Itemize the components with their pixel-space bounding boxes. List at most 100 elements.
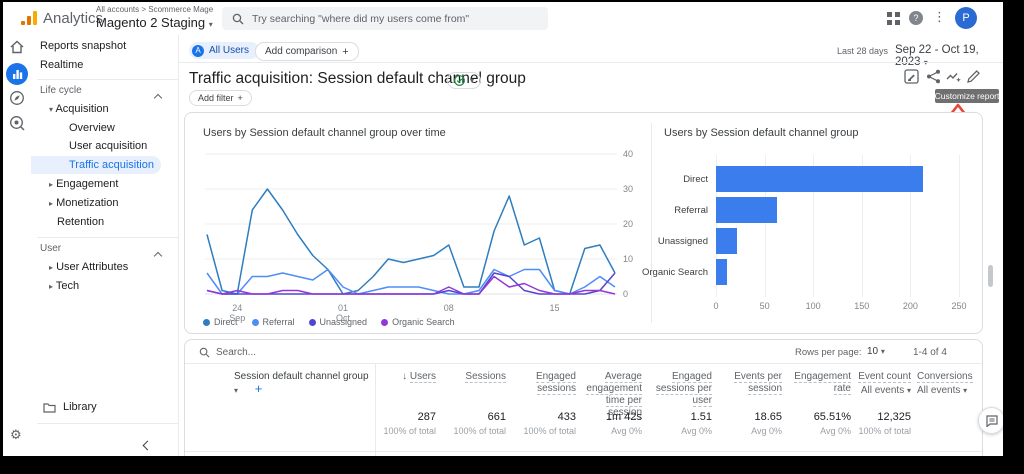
scrollbar-thumb[interactable] <box>988 265 993 287</box>
nav-engagement[interactable]: ▸ Engagement <box>49 178 118 190</box>
nav-traffic-acquisition[interactable]: Traffic acquisition <box>69 159 154 171</box>
rows-per-page-label: Rows per page: <box>795 347 862 358</box>
settings-gear-icon[interactable]: ⚙ <box>10 427 22 443</box>
sort-desc-icon: ↓ <box>402 371 407 382</box>
bar-organic-search[interactable] <box>716 259 727 285</box>
add-comparison-button[interactable]: Add comparison+ <box>255 42 359 61</box>
table-totals-row: 287100% of total 661100% of total 433100… <box>185 411 983 451</box>
nav-tech[interactable]: ▸ Tech <box>49 280 79 292</box>
feedback-button[interactable] <box>978 407 1003 434</box>
check-circle-icon <box>454 75 465 86</box>
nav-section-user[interactable]: User <box>40 243 61 254</box>
reports-nav: Reports snapshot Realtime Life cycle ▾ A… <box>31 35 178 456</box>
table-row[interactable]: 1 Direct 213 478 330 1m 50s 1.55 20.04 6… <box>185 451 983 456</box>
more-vertical-icon[interactable]: ⋮ <box>933 9 946 25</box>
x-tick-label: 15 <box>542 303 568 313</box>
legend-item-organic-search[interactable]: Organic Search <box>381 317 455 327</box>
bar-chart-title: Users by Session default channel group <box>664 127 858 139</box>
nav-section-lifecycle[interactable]: Life cycle <box>40 85 82 96</box>
y-tick-label: 30 <box>623 184 645 194</box>
analytics-window: Analytics All accounts > Scommerce Mage … <box>3 2 1003 456</box>
collapse-up-icon[interactable] <box>155 88 161 106</box>
legend-dot-icon <box>203 319 210 326</box>
totals-sessions: 661100% of total <box>436 411 506 451</box>
totals-engaged-sessions: 433100% of total <box>506 411 576 451</box>
series-direct[interactable] <box>207 189 615 294</box>
product-name[interactable]: Analytics <box>43 10 103 27</box>
x-tick-label: 08 <box>436 303 462 313</box>
legend-label: Organic Search <box>392 317 455 327</box>
bar-x-tick-label: 0 <box>703 301 729 311</box>
bar-category-label: Unassigned <box>628 236 708 247</box>
nav-user-acquisition[interactable]: User acquisition <box>69 140 147 152</box>
legend-dot-icon <box>381 319 388 326</box>
y-tick-label: 10 <box>623 254 645 264</box>
nav-overview[interactable]: Overview <box>69 122 115 134</box>
bar-category-label: Referral <box>628 205 708 216</box>
date-range-selector[interactable]: Sep 22 - Oct 19, 2023 ▾ <box>895 44 1003 68</box>
totals-events-per-session: 18.65Avg 0% <box>712 411 782 451</box>
x-tick-label: 01Oct <box>330 303 356 323</box>
header-divider <box>179 62 1003 63</box>
nav-library[interactable]: Library <box>43 401 97 413</box>
customize-report-tooltip: Customize report <box>935 89 999 103</box>
collapse-nav-icon[interactable] <box>144 436 151 454</box>
totals-avg-engagement-time: 1m 42sAvg 0% <box>576 411 642 451</box>
bar-category-label: Organic Search <box>628 267 708 278</box>
bar-direct[interactable] <box>716 166 923 192</box>
edit-comparisons-icon[interactable] <box>904 69 919 84</box>
customize-report-pencil-icon[interactable] <box>966 69 981 84</box>
y-tick-label: 20 <box>623 219 645 229</box>
bar-referral[interactable] <box>716 197 777 223</box>
charts-divider <box>651 123 652 323</box>
charts-card: Users by Session default channel group o… <box>184 112 983 334</box>
reports-icon[interactable] <box>6 63 28 85</box>
report-main: A All Users Add comparison+ Last 28 days… <box>179 35 1003 456</box>
add-dimension-icon[interactable]: + <box>255 381 263 396</box>
apps-grid-icon[interactable] <box>887 12 900 25</box>
nav-user-attributes[interactable]: ▸ User Attributes <box>49 261 128 273</box>
property-selector[interactable]: Magento 2 Staging ▾ <box>96 15 213 30</box>
top-app-bar: Analytics All accounts > Scommerce Mage … <box>3 2 1003 36</box>
add-filter-button[interactable]: Add filter+ <box>189 90 252 106</box>
audience-chip-all-users[interactable]: A All Users <box>189 42 259 59</box>
plus-icon: + <box>238 93 243 103</box>
home-icon[interactable] <box>9 39 25 55</box>
gridline <box>959 155 960 297</box>
breadcrumb[interactable]: All accounts > Scommerce Mage <box>96 5 213 14</box>
bar-x-tick-label: 100 <box>800 301 826 311</box>
nav-acquisition[interactable]: ▾ Acquisition <box>49 103 109 115</box>
bar-x-tick-label: 200 <box>897 301 923 311</box>
series-referral[interactable] <box>207 270 615 295</box>
collapse-up-icon[interactable] <box>155 246 161 264</box>
insights-icon[interactable] <box>946 69 961 84</box>
icon-rail: ⚙ <box>3 35 31 456</box>
help-icon[interactable]: ? <box>909 11 923 25</box>
conversions-filter[interactable]: All events ▾ <box>917 385 983 397</box>
bar-x-tick-label: 250 <box>946 301 972 311</box>
nav-monetization[interactable]: ▸ Monetization <box>49 197 118 209</box>
totals-event-count: 12,325100% of total <box>851 411 911 451</box>
chevron-down-icon: ▾ <box>209 20 213 29</box>
bar-category-label: Direct <box>628 174 708 185</box>
table-search-icon <box>199 347 210 358</box>
rows-per-page-select[interactable]: 10 ▾ <box>867 346 885 357</box>
search-input[interactable]: Try searching "where did my users come f… <box>222 7 548 30</box>
legend-item-referral[interactable]: Referral <box>252 317 295 327</box>
line-chart[interactable] <box>205 149 617 299</box>
nav-realtime[interactable]: Realtime <box>40 59 83 71</box>
avatar[interactable]: P <box>955 7 977 29</box>
table-search-input[interactable]: Search... <box>216 347 256 358</box>
advertising-icon[interactable] <box>9 115 25 131</box>
event-count-filter[interactable]: All events ▾ <box>851 385 911 397</box>
chevron-down-icon: ▾ <box>881 347 885 356</box>
nav-reports-snapshot[interactable]: Reports snapshot <box>40 40 126 52</box>
totals-engagement-rate: 65.51%Avg 0% <box>782 411 851 451</box>
line-chart-title: Users by Session default channel group o… <box>203 127 446 139</box>
share-icon[interactable] <box>926 69 941 84</box>
bar-unassigned[interactable] <box>716 228 737 254</box>
explore-icon[interactable] <box>9 90 25 106</box>
data-quality-chip[interactable]: ▾ <box>447 72 481 89</box>
totals-users: 287100% of total <box>375 411 436 451</box>
nav-retention[interactable]: Retention <box>57 216 104 228</box>
